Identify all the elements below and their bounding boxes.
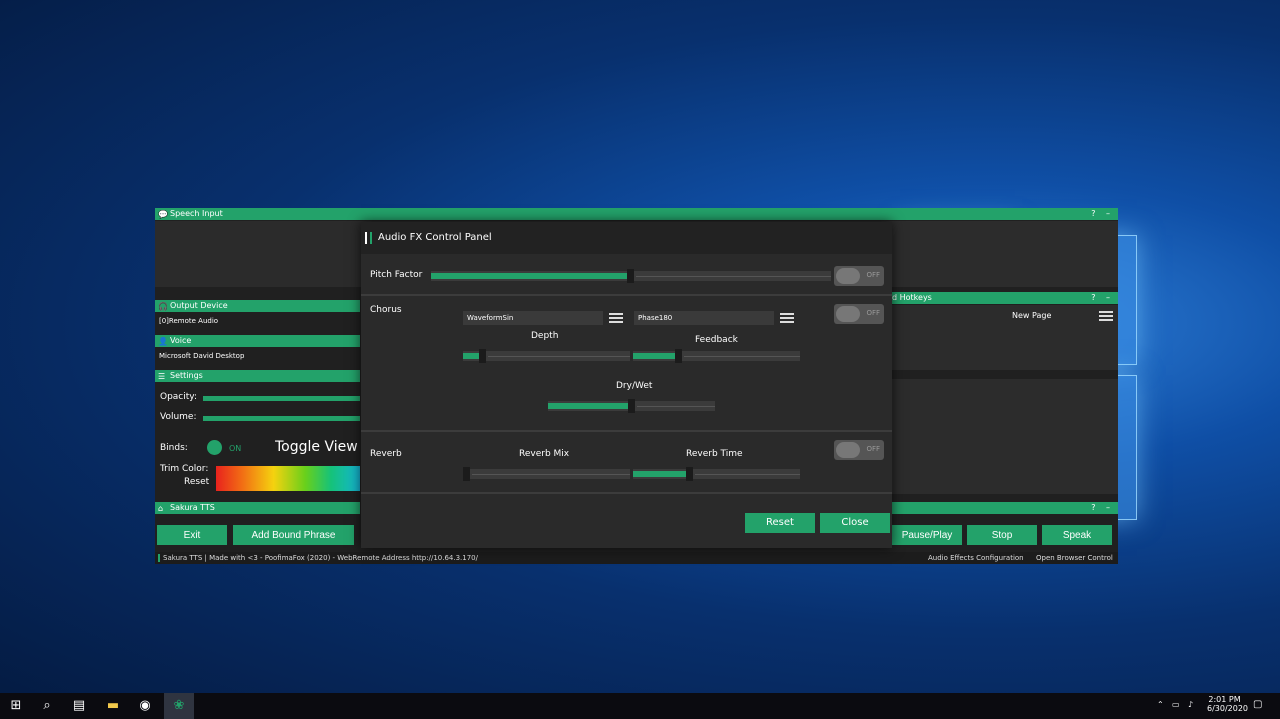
fx-close-button[interactable]: Close: [820, 513, 890, 533]
hotkeys-header: d Hotkeys ? –: [892, 292, 1118, 304]
steam-icon[interactable]: ◉: [136, 697, 154, 715]
hotkeys-controls[interactable]: ? –: [1091, 292, 1114, 304]
chorus-toggle[interactable]: OFF: [834, 304, 884, 324]
output-device-title: Output Device: [170, 301, 228, 310]
fx-title-bar-mark-1: [365, 232, 367, 244]
separator: [361, 492, 892, 494]
feedback-label: Feedback: [695, 335, 738, 345]
lower-controls[interactable]: ? –: [1091, 502, 1114, 514]
depth-slider[interactable]: [463, 349, 630, 363]
feedback-slider[interactable]: [633, 349, 800, 363]
search-icon[interactable]: ⌕: [38, 697, 56, 715]
browser-control-link[interactable]: Open Browser Control: [1036, 552, 1113, 564]
sakura-tts-taskbar-icon[interactable]: ❀: [164, 693, 194, 719]
fx-title-bar-mark-2: [370, 232, 372, 244]
fx-reset-button[interactable]: Reset: [745, 513, 815, 533]
reverb-toggle[interactable]: OFF: [834, 440, 884, 460]
start-windows-icon[interactable]: ⊞: [7, 697, 25, 715]
speech-input-header: 💬 Speech Input ? –: [155, 208, 1118, 220]
volume-icon[interactable]: ♪: [1188, 700, 1193, 709]
sakura-title: Sakura TTS: [170, 503, 215, 512]
clock[interactable]: 2:01 PM 6/30/2020: [1207, 695, 1249, 713]
pitch-label: Pitch Factor: [370, 270, 423, 280]
hotkeys-title: d Hotkeys: [892, 293, 932, 302]
drywet-slider[interactable]: [548, 399, 715, 413]
drywet-label: Dry/Wet: [616, 381, 653, 391]
hotkeys-area-top: [892, 305, 1118, 370]
depth-label: Depth: [531, 331, 559, 341]
speech-input-title: Speech Input: [170, 209, 223, 218]
trim-color-picker[interactable]: [216, 466, 360, 491]
taskbar: ⊞ ⌕ ▤ ▬ ◉ ❀ ⌃ ▭ ♪ 2:01 PM 6/30/2020 ▢: [0, 693, 1280, 719]
opacity-slider[interactable]: [203, 396, 360, 401]
exit-button[interactable]: Exit: [157, 525, 227, 545]
trim-color-label: Trim Color:: [160, 464, 209, 474]
headphones-icon: 🎧: [158, 302, 168, 311]
audio-fx-panel: Audio FX Control Panel Pitch Factor OFF …: [361, 222, 892, 548]
chorus-label: Chorus: [370, 305, 402, 315]
pitch-toggle-text: OFF: [866, 271, 880, 279]
speech-bubble-icon: 💬: [158, 210, 168, 219]
reverb-mix-label: Reverb Mix: [519, 449, 570, 459]
reverb-time-slider[interactable]: [633, 467, 800, 481]
chorus-toggle-text: OFF: [866, 309, 880, 317]
sakura-header: ⌂ Sakura TTS: [155, 502, 360, 514]
hotkeys-lower-header: ? –: [892, 502, 1118, 514]
status-accent: [158, 554, 160, 562]
output-device-header: 🎧 Output Device: [155, 300, 360, 312]
speech-input-controls[interactable]: ? –: [1091, 208, 1114, 220]
settings-header: ☰ Settings: [155, 370, 360, 382]
output-device-value[interactable]: [0]Remote Audio: [159, 317, 218, 325]
opacity-label: Opacity:: [160, 392, 197, 402]
reverb-label: Reverb: [370, 449, 402, 459]
file-explorer-icon[interactable]: ▬: [104, 697, 122, 715]
fx-title: Audio FX Control Panel: [378, 232, 492, 243]
binds-label: Binds:: [160, 443, 188, 453]
separator: [361, 294, 892, 296]
hotkeys-menu-icon[interactable]: [1099, 311, 1113, 321]
reverb-toggle-text: OFF: [866, 445, 880, 453]
pitch-slider[interactable]: [431, 269, 831, 283]
settings-title: Settings: [170, 371, 203, 380]
reverb-time-label: Reverb Time: [686, 449, 743, 459]
pause-play-button[interactable]: Pause/Play: [892, 525, 962, 545]
status-text: Sakura TTS | Made with <3 - PoofimaFox (…: [163, 554, 478, 562]
speak-button[interactable]: Speak: [1042, 525, 1112, 545]
notifications-icon[interactable]: ▢: [1253, 699, 1262, 710]
tray-chevron-icon[interactable]: ⌃: [1157, 700, 1164, 709]
home-icon: ⌂: [158, 504, 164, 513]
phase-dropdown[interactable]: Phase180: [634, 311, 774, 325]
new-page-label[interactable]: New Page: [1012, 311, 1051, 320]
toggle-view-label[interactable]: Toggle View K: [275, 439, 360, 455]
binds-state: ON: [229, 444, 242, 453]
fx-titlebar: Audio FX Control Panel: [361, 222, 892, 254]
network-icon[interactable]: ▭: [1172, 700, 1180, 709]
clock-time: 2:01 PM: [1208, 695, 1241, 704]
phase-menu-icon[interactable]: [780, 313, 794, 323]
sliders-icon: ☰: [158, 372, 166, 381]
voice-title: Voice: [170, 336, 192, 345]
waveform-menu-icon[interactable]: [609, 313, 623, 323]
voice-value[interactable]: Microsoft David Desktop: [159, 352, 244, 360]
add-bound-phrase-button[interactable]: Add Bound Phrase: [233, 525, 354, 545]
user-icon: 👤: [158, 337, 168, 346]
pitch-toggle[interactable]: OFF: [834, 266, 884, 286]
volume-slider[interactable]: [203, 416, 360, 421]
reverb-mix-slider[interactable]: [463, 467, 630, 481]
audio-effects-link[interactable]: Audio Effects Configuration: [928, 552, 1024, 564]
volume-label: Volume:: [160, 412, 197, 422]
reset-color-label[interactable]: Reset: [184, 477, 209, 487]
separator: [361, 430, 892, 432]
status-bar: Sakura TTS | Made with <3 - PoofimaFox (…: [155, 552, 1118, 564]
voice-header: 👤 Voice: [155, 335, 360, 347]
hotkeys-area: [892, 379, 1118, 494]
task-view-icon[interactable]: ▤: [70, 697, 88, 715]
stop-button[interactable]: Stop: [967, 525, 1037, 545]
binds-toggle[interactable]: [207, 440, 222, 455]
speech-input-right: [892, 221, 1118, 287]
waveform-dropdown[interactable]: WaveformSin: [463, 311, 603, 325]
clock-date: 6/30/2020: [1207, 704, 1249, 713]
